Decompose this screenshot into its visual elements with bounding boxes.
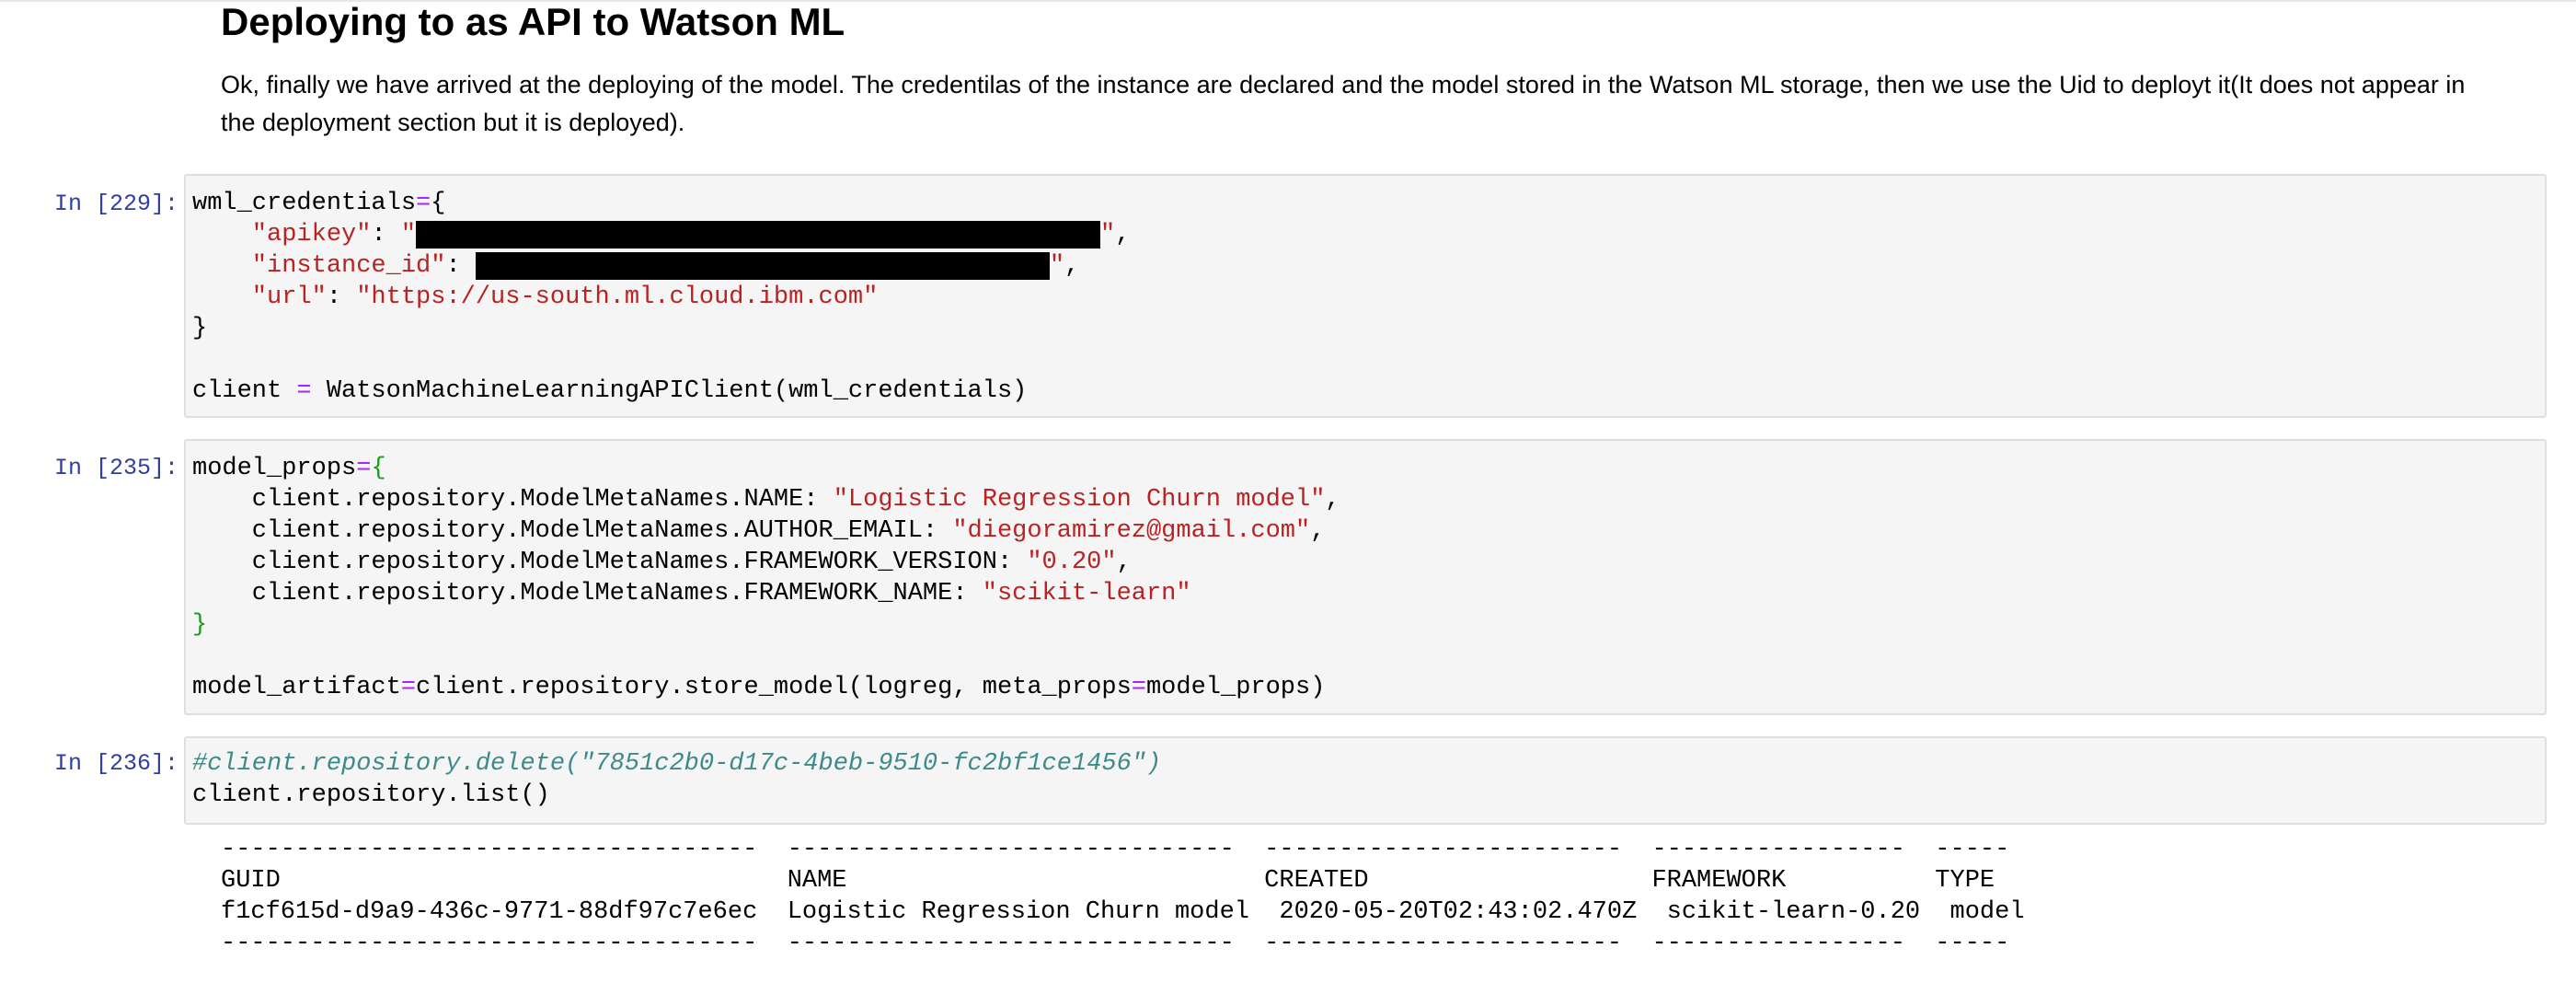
cell-prompt-236: In [236]: <box>53 750 178 777</box>
cell-prompt-229: In [229]: <box>53 191 178 217</box>
table-row: f1cf615d-d9a9-436c-9771-88df97c7e6ec Log… <box>221 898 2025 926</box>
cell-output-table: ------------------------------------ ---… <box>221 834 2025 959</box>
redacted-apikey <box>416 221 1101 249</box>
table-rule-bottom: ------------------------------------ ---… <box>221 930 2010 957</box>
markdown-paragraph: Ok, finally we have arrived at the deplo… <box>221 71 2466 136</box>
redacted-instance-id <box>475 252 1050 280</box>
table-header-row: GUID NAME CREATED FRAMEWORK TYPE <box>221 867 1995 895</box>
code-model-props[interactable]: model_props={ client.repository.ModelMet… <box>192 453 1340 703</box>
code-credentials[interactable]: wml_credentials={ "apikey": " ", "instanc… <box>192 188 1130 407</box>
markdown-heading: Deploying to as API to Watson ML <box>221 0 845 43</box>
cell-prompt-235: In [235]: <box>53 455 178 481</box>
code-list[interactable]: #client.repository.delete("7851c2b0-d17c… <box>192 748 1161 811</box>
table-rule-top: ------------------------------------ ---… <box>221 836 2010 863</box>
